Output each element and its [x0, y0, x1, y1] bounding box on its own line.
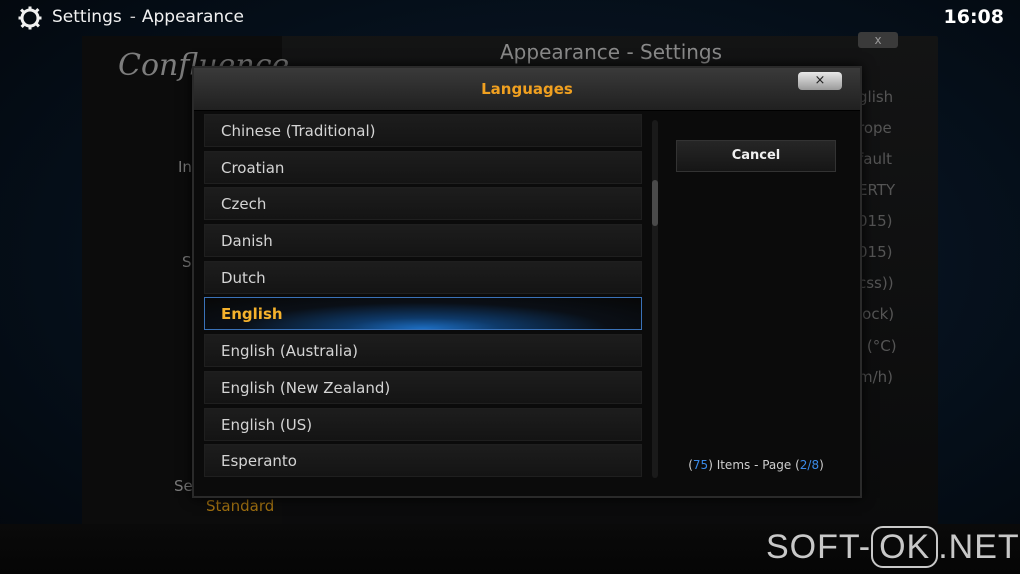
list-item[interactable]: Esperanto — [204, 444, 642, 478]
list-item[interactable]: English (New Zealand) — [204, 370, 642, 404]
list-item-label: English (US) — [221, 415, 313, 434]
gear-icon — [18, 6, 42, 30]
list-item-label: English — [221, 305, 283, 324]
list-item[interactable]: English (US) — [204, 407, 642, 441]
background-value: 015) — [858, 212, 893, 230]
dialog-title: Languages — [481, 80, 573, 98]
breadcrumb: Settings - Appearance — [52, 7, 244, 27]
background-window-title: Appearance - Settings — [500, 40, 723, 64]
background-value: m/h) — [858, 368, 894, 386]
close-button[interactable]: × — [798, 72, 842, 90]
watermark-prefix: SOFT- — [766, 528, 872, 566]
background-sidebar-fragment: In — [178, 158, 192, 176]
clock: 16:08 — [943, 6, 1004, 28]
list-item[interactable]: Croatian — [204, 150, 642, 184]
list-item-label: English (Australia) — [221, 342, 358, 361]
item-count: 75 — [692, 458, 709, 472]
list-item-selected[interactable]: English — [204, 297, 642, 331]
dialog-header: Languages × — [194, 68, 860, 111]
list-item-label: Czech — [221, 195, 267, 214]
background-sidebar-fragment: Se — [174, 477, 193, 495]
list-item-label: Danish — [221, 232, 273, 251]
watermark: SOFT- OK .NET — [766, 526, 1020, 568]
list-item-label: Chinese (Traditional) — [221, 122, 376, 140]
background-value: ERTY — [858, 181, 896, 199]
list-item-label: Croatian — [221, 158, 285, 177]
background-value: lock) — [858, 305, 895, 323]
watermark-suffix: .NET — [938, 528, 1020, 566]
list-item[interactable]: Dutch — [204, 260, 642, 294]
close-icon: × — [814, 73, 826, 88]
list-item[interactable]: English (Australia) — [204, 334, 642, 368]
background-sidebar-fragment: S — [182, 253, 192, 271]
background-close-button[interactable]: x — [858, 32, 898, 48]
watermark-ok: OK — [871, 526, 939, 568]
page-info: (75) Items - Page (2/8) — [688, 458, 824, 472]
languages-dialog: Languages × Chinese (Traditional) Croati… — [192, 66, 862, 498]
background-value: glish — [858, 88, 894, 106]
scrollbar-thumb[interactable] — [652, 180, 658, 226]
background-value: css)) — [858, 274, 894, 292]
background-value: fault — [858, 150, 893, 168]
page-info-text: Items - Page — [716, 458, 792, 472]
list-item-label: Esperanto — [221, 452, 297, 471]
scrollbar-track[interactable] — [652, 120, 658, 478]
breadcrumb-separator: - — [129, 7, 136, 27]
page-number: 2/8 — [799, 458, 820, 472]
background-value: l (°C) — [858, 337, 897, 355]
breadcrumb-section: Settings — [52, 7, 122, 27]
breadcrumb-subsection: Appearance — [141, 7, 244, 27]
background-value: rope — [858, 119, 892, 137]
background-value: 015) — [858, 243, 893, 261]
cancel-button[interactable]: Cancel — [676, 140, 836, 172]
list-item[interactable]: Chinese (Traditional) — [204, 114, 642, 147]
top-bar: Settings - Appearance 16:08 — [0, 0, 1020, 34]
list-item[interactable]: Danish — [204, 224, 642, 258]
list-item[interactable]: Czech — [204, 187, 642, 221]
list-item-label: English (New Zealand) — [221, 378, 391, 397]
language-list: Chinese (Traditional) Croatian Czech Dan… — [204, 114, 644, 481]
background-standard-value: Standard — [206, 497, 275, 515]
list-item-label: Dutch — [221, 268, 266, 287]
